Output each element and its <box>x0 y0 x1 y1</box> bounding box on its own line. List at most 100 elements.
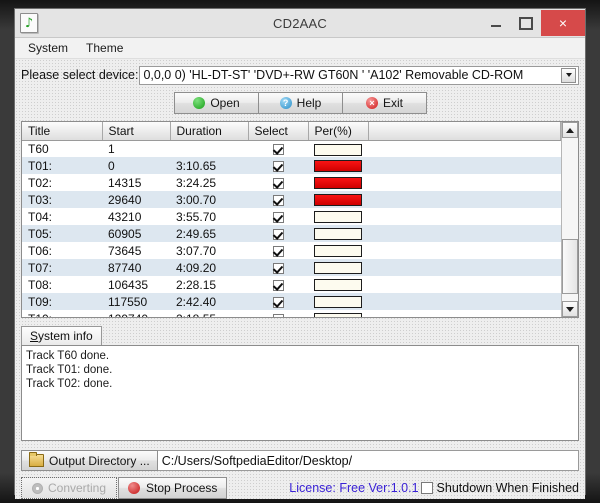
table-row[interactable]: T04: 43210 3:55.70 <box>22 208 561 225</box>
device-selector-row: Please select device: 0,0,0 0) 'HL-DT-ST… <box>21 65 579 85</box>
track-list: Title Start Duration Select Per(%) T60 1 T… <box>21 121 579 318</box>
select-checkbox[interactable] <box>272 245 284 257</box>
tab-label-rest: ystem info <box>38 329 93 343</box>
chevron-down-icon[interactable] <box>561 67 576 83</box>
column-header-filler <box>368 122 561 141</box>
column-header-percent[interactable]: Per(%) <box>308 122 369 141</box>
shutdown-when-finished-checkbox[interactable] <box>420 482 433 494</box>
open-button[interactable]: Open <box>174 92 259 114</box>
table-row[interactable]: T02: 14315 3:24.25 <box>22 174 561 191</box>
table-row[interactable]: T03: 29640 3:00.70 <box>22 191 561 208</box>
cell-percent <box>308 140 368 157</box>
minimize-button[interactable] <box>481 10 511 36</box>
progress-bar <box>314 160 362 173</box>
cell-select <box>248 225 308 242</box>
open-button-label: Open <box>210 96 240 110</box>
cell-duration: 3:07.70 <box>176 243 217 258</box>
menu-item-system[interactable]: System <box>19 39 77 57</box>
table-row[interactable]: T07: 87740 4:09.20 <box>22 259 561 276</box>
track-list-scrollbar[interactable] <box>561 122 578 317</box>
cell-start: 73645 <box>108 243 142 258</box>
table-row[interactable]: T60 1 <box>22 140 561 157</box>
scroll-down-icon[interactable] <box>562 301 578 317</box>
column-header-title[interactable]: Title <box>22 122 103 141</box>
output-directory-button[interactable]: Output Directory ... <box>21 450 158 471</box>
device-select[interactable]: 0,0,0 0) 'HL-DT-ST' 'DVD+-RW GT60N ' 'A1… <box>139 65 579 85</box>
column-header-select[interactable]: Select <box>248 122 309 141</box>
select-checkbox[interactable] <box>272 279 284 291</box>
select-checkbox[interactable] <box>272 262 284 274</box>
select-checkbox[interactable] <box>272 313 284 317</box>
table-row[interactable]: T01: 0 3:10.65 <box>22 157 561 174</box>
cell-filler <box>368 276 561 293</box>
scrollbar-thumb[interactable] <box>562 239 578 295</box>
output-directory-input[interactable]: C:/Users/SoftpediaEditor/Desktop/ <box>157 450 579 471</box>
exit-button[interactable]: × Exit <box>342 92 427 114</box>
select-checkbox[interactable] <box>272 160 284 172</box>
cell-start: 117550 <box>108 294 148 309</box>
table-row[interactable]: T06: 73645 3:07.70 <box>22 242 561 259</box>
gear-icon <box>31 482 43 494</box>
select-checkbox[interactable] <box>272 194 284 206</box>
status-right-group: License: Free Ver:1.0.1 Shutdown When Fi… <box>289 481 579 495</box>
cell-select <box>248 293 308 310</box>
desktop-backdrop: ♪ CD2AAC × System Theme Please select de… <box>0 0 600 503</box>
progress-bar <box>314 211 362 224</box>
maximize-button[interactable] <box>511 10 541 36</box>
progress-bar <box>314 313 362 317</box>
progress-bar <box>314 262 362 275</box>
cell-title: T03: <box>28 192 53 207</box>
tab-accesskey: S <box>30 329 39 343</box>
cell-duration: 3:24.25 <box>176 175 217 190</box>
cell-filler <box>368 174 561 191</box>
cell-filler <box>368 225 561 242</box>
column-header-duration[interactable]: Duration <box>170 122 249 141</box>
cell-percent <box>308 191 368 208</box>
application-window: ♪ CD2AAC × System Theme Please select de… <box>14 8 586 499</box>
window-controls: × <box>481 9 585 37</box>
cell-filler <box>368 157 561 174</box>
system-info-log[interactable]: Track T60 done. Track T01: done. Track T02… <box>21 345 579 441</box>
cell-filler <box>368 140 561 157</box>
table-row[interactable]: T10:1297402:18.55 <box>22 310 561 317</box>
select-checkbox[interactable] <box>272 177 284 189</box>
track-table: Title Start Duration Select Per(%) T60 1 T… <box>22 122 561 317</box>
select-checkbox[interactable] <box>272 228 284 240</box>
log-line: Track T01: done. <box>26 364 113 376</box>
column-header-start[interactable]: Start <box>102 122 171 141</box>
cell-duration: 2:42.40 <box>176 294 217 309</box>
menu-bar: System Theme <box>15 38 585 59</box>
converting-button: Converting <box>21 477 117 499</box>
progress-bar <box>314 143 362 156</box>
cell-percent <box>308 276 368 293</box>
select-checkbox[interactable] <box>272 211 284 223</box>
menu-item-theme[interactable]: Theme <box>77 39 132 57</box>
exit-button-label: Exit <box>382 96 403 110</box>
table-row[interactable]: T05: 60905 2:49.65 <box>22 225 561 242</box>
cell-percent <box>308 259 368 276</box>
table-row[interactable]: T08: 106435 2:28.15 <box>22 276 561 293</box>
cell-title: T01: <box>28 158 53 173</box>
help-button[interactable]: ? Help <box>258 92 343 114</box>
cell-percent <box>308 293 368 310</box>
scroll-up-icon[interactable] <box>562 122 578 138</box>
cell-title: T09: <box>28 294 53 309</box>
cell-duration: 2:28.15 <box>176 277 217 292</box>
open-disc-icon <box>193 97 206 109</box>
cell-filler <box>368 293 561 310</box>
cell-percent <box>308 174 368 191</box>
cell-select <box>248 310 308 317</box>
close-button[interactable]: × <box>541 10 585 36</box>
tab-system-info[interactable]: System info <box>21 326 102 345</box>
table-row[interactable]: T09: 117550 2:42.40 <box>22 293 561 310</box>
cell-start: 129740 <box>102 310 170 318</box>
cell-percent <box>308 208 368 225</box>
progress-bar <box>314 194 362 207</box>
converting-button-label: Converting <box>47 481 107 495</box>
scrollbar-track[interactable] <box>562 138 578 301</box>
select-checkbox[interactable] <box>272 144 284 156</box>
cell-percent <box>308 242 368 259</box>
select-checkbox[interactable] <box>272 296 284 308</box>
progress-bar <box>314 228 362 241</box>
stop-process-button[interactable]: Stop Process <box>118 477 228 499</box>
